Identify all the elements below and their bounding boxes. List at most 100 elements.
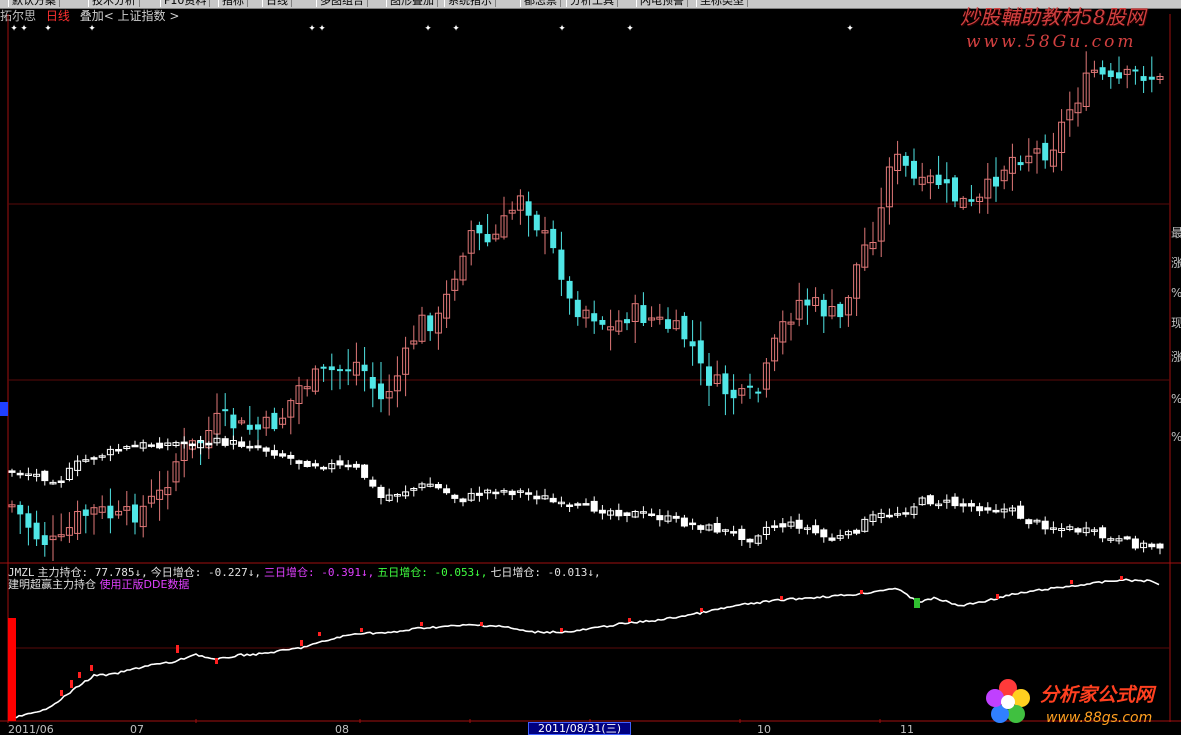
logo-text: 分析家公式网: [1040, 684, 1155, 706]
index-candle-body: [566, 504, 574, 507]
index-candle-body: [344, 464, 352, 468]
candle-body-down: [484, 234, 491, 243]
event-marker-icon: ✦: [846, 24, 854, 34]
candle-body-down: [681, 315, 688, 340]
index-candle-body: [623, 512, 631, 517]
index-candle-body: [615, 509, 623, 517]
index-candle-body: [16, 472, 24, 476]
index-candle-body: [525, 492, 533, 495]
increase-bar: [60, 690, 63, 696]
index-candle-body: [1131, 538, 1139, 549]
index-candle-body: [1099, 527, 1107, 539]
increase-bar: [996, 594, 999, 599]
candle-body-down: [747, 385, 753, 388]
index-candle-body: [295, 460, 303, 464]
candle-body-down: [1132, 69, 1139, 72]
stock-chart-window: 默认方案 技术分析 F10资料 指标 日线 多图组合 图形叠加 系统指示 都怎票 分析工具 闪电预警…: [0, 0, 1181, 735]
candle-body-down: [665, 319, 671, 329]
index-candle-body: [885, 514, 893, 518]
candle-body-down: [558, 249, 565, 280]
index-candle-body: [352, 463, 360, 468]
right-axis-label: %: [1171, 392, 1181, 406]
date-label-08: 08: [335, 723, 349, 735]
candle-body-down: [533, 214, 540, 231]
date-label-10: 10: [757, 723, 771, 735]
date-label-11: 11: [900, 723, 914, 735]
increase-bar: [560, 628, 563, 632]
index-candle-body: [1041, 520, 1049, 530]
index-candle-body: [41, 470, 49, 482]
index-candle-body: [459, 498, 467, 503]
index-candle-body: [828, 537, 836, 541]
event-marker-icon: ✦: [318, 24, 326, 34]
index-candle-body: [115, 449, 123, 452]
index-candle-body: [475, 492, 483, 496]
candle-body-down: [566, 280, 573, 299]
candle-body-down: [550, 228, 557, 249]
index-candle-body: [1025, 519, 1033, 525]
index-candle-body: [746, 538, 754, 543]
index-candle-body: [648, 513, 656, 516]
index-candle-body: [598, 509, 606, 514]
index-candle-body: [967, 503, 975, 507]
index-candle-body: [180, 441, 188, 445]
index-candle-body: [147, 444, 155, 447]
index-candle-body: [984, 507, 992, 511]
candle-body-down: [911, 160, 917, 179]
candle-body-down: [1017, 162, 1024, 166]
index-candle-body: [287, 455, 295, 459]
increase-bar: [1070, 580, 1073, 584]
index-candle-body: [672, 515, 680, 519]
index-candle-body: [492, 491, 500, 495]
index-candle-body: [188, 443, 196, 447]
candle-body-down: [82, 509, 89, 516]
candle-body-down: [246, 424, 253, 430]
index-candle-body: [730, 531, 738, 534]
increase-bar: [176, 645, 179, 653]
index-candle-body: [238, 441, 246, 447]
index-candle-body: [246, 445, 254, 449]
right-axis-label: %: [1171, 286, 1181, 300]
increase-bar: [628, 618, 631, 622]
cursor-date-label: 2011/08/31(三): [528, 722, 631, 735]
candle-body-down: [361, 364, 368, 372]
candle-body-down: [697, 340, 704, 364]
candle-body-down: [943, 179, 950, 184]
index-candle-body: [131, 444, 139, 448]
index-candle-body: [1017, 505, 1025, 519]
index-candle-body: [1123, 536, 1131, 540]
candle-body-down: [837, 303, 844, 318]
increase-bar: [78, 672, 81, 678]
candle-body-down: [41, 535, 48, 545]
index-candle-body: [1156, 543, 1164, 549]
increase-bar: [420, 622, 423, 626]
event-marker-icon: ✦: [44, 24, 52, 34]
index-candle-body: [1074, 528, 1082, 533]
candle-body-down: [33, 522, 40, 540]
candle-body-down: [271, 412, 278, 430]
index-candle-body: [976, 506, 984, 512]
candle-body-down: [1140, 76, 1147, 81]
event-marker-icon: ✦: [558, 24, 566, 34]
increase-bar: [215, 658, 218, 664]
candle-body-down: [599, 320, 606, 325]
event-marker-icon: ✦: [10, 24, 18, 34]
index-candle-body: [959, 503, 967, 507]
increase-bar: [700, 608, 703, 612]
index-candle-body: [680, 517, 688, 527]
index-candle-body: [361, 464, 369, 478]
candle-body-down: [222, 409, 229, 412]
right-axis-label: 涨: [1171, 256, 1181, 270]
index-candle-body: [549, 497, 557, 503]
event-marker-icon: ✦: [626, 24, 634, 34]
candle-body-down: [1042, 142, 1049, 161]
index-candle-body: [1148, 543, 1156, 548]
increase-bar: [480, 622, 483, 626]
candle-body-down: [427, 315, 434, 332]
increase-bar: [360, 628, 363, 632]
index-candle-body: [311, 463, 319, 467]
kline-chart[interactable]: ✦ ✦ ✦ ✦ ✦ ✦ ✦ ✦ ✦ ✦ ✦: [0, 0, 1181, 735]
right-axis-label: 现: [1171, 316, 1181, 330]
index-candle-body: [205, 442, 213, 446]
index-candle-body: [270, 450, 278, 456]
